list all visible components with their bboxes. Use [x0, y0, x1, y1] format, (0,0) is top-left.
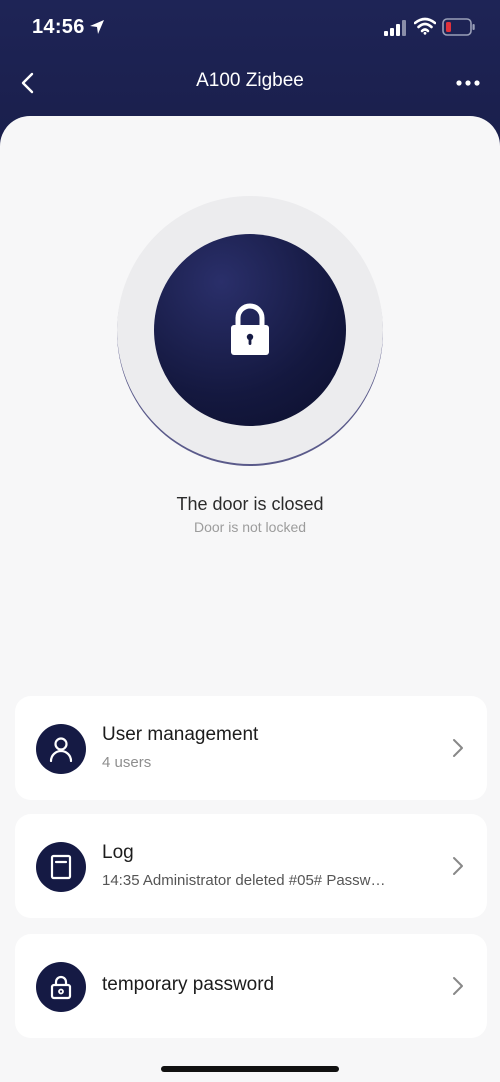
card-title: User management — [102, 724, 259, 745]
log-icon — [36, 842, 86, 892]
chevron-right-icon — [453, 977, 463, 995]
signal-icon — [384, 20, 406, 36]
padlock-icon — [231, 303, 269, 355]
more-dots-icon — [456, 80, 480, 86]
home-indicator[interactable] — [161, 1066, 339, 1072]
card-title: temporary password — [102, 974, 275, 995]
user-management-card[interactable]: User management 4 users — [15, 696, 487, 800]
battery-icon — [442, 18, 475, 36]
chevron-right-icon — [453, 857, 463, 875]
page-title: A100 Zigbee — [196, 70, 304, 91]
status-time: 14:56 — [32, 16, 85, 38]
wifi-icon — [414, 17, 436, 35]
user-icon — [36, 724, 86, 774]
location-arrow-icon — [90, 20, 104, 34]
temporary-password-card[interactable]: temporary password — [15, 934, 487, 1038]
nav-bar: A100 Zigbee — [0, 60, 500, 106]
card-subtitle: 4 users — [102, 754, 152, 771]
card-subtitle: 14:35 Administrator deleted #05# Passw… — [102, 872, 386, 889]
log-card[interactable]: Log 14:35 Administrator deleted #05# Pas… — [15, 814, 487, 918]
lock-button[interactable] — [154, 234, 346, 426]
chevron-right-icon — [453, 739, 463, 757]
status-bar: 14:56 — [0, 0, 500, 56]
door-status: The door is closed — [176, 494, 324, 514]
lock-status: Door is not locked — [193, 519, 307, 535]
card-title: Log — [102, 842, 134, 863]
lock-small-icon — [36, 962, 86, 1012]
more-button[interactable] — [450, 68, 486, 98]
main-content: The door is closed Door is not locked Us… — [0, 116, 500, 1082]
lock-ring — [117, 196, 383, 464]
